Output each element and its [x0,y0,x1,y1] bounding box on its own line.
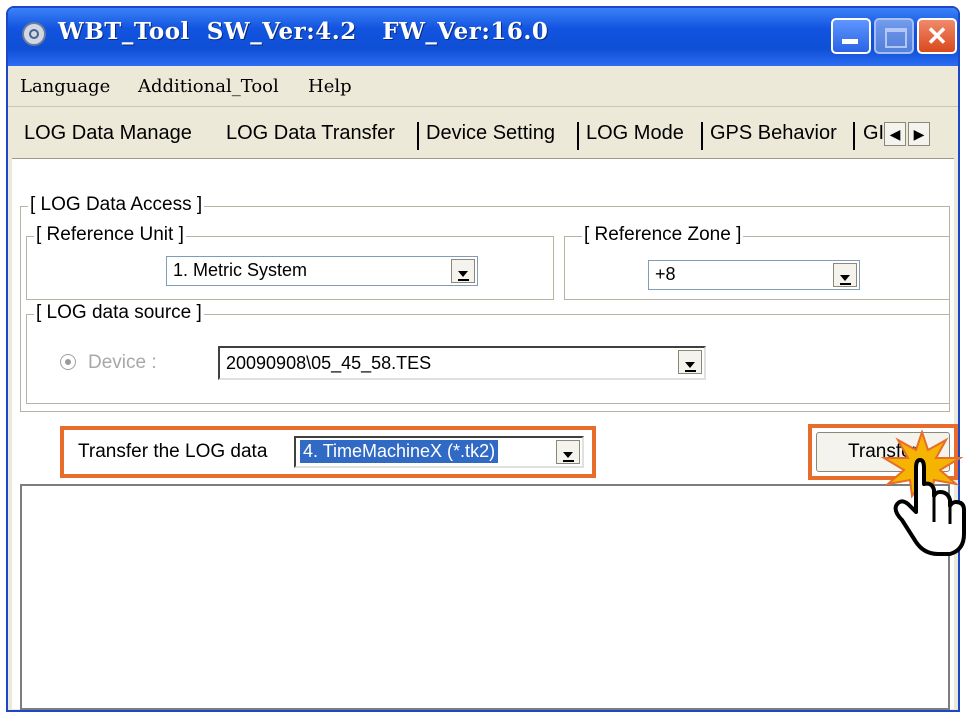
log-output-area[interactable] [20,484,950,710]
tab-strip: LOG Data Manage LOG Data Transfer Device… [8,108,958,156]
log-data-access-label: [ LOG Data Access ] [28,194,205,216]
close-icon: ✕ [926,21,948,51]
maximize-button[interactable] [874,18,914,54]
tab-log-data-manage[interactable]: LOG Data Manage [24,122,192,145]
reference-unit-label: [ Reference Unit ] [34,224,186,246]
tab-gps-behavior[interactable]: GPS Behavior [710,122,837,145]
reference-zone-value: +8 [655,264,676,284]
log-data-source-label: [ LOG data source ] [34,302,204,324]
chevron-down-icon[interactable] [833,263,857,287]
transfer-log-data-label: Transfer the LOG data [78,441,268,462]
reference-zone-select[interactable]: +8 [648,260,860,290]
chevron-down-icon[interactable] [678,350,702,374]
transfer-format-value: 4. TimeMachineX (*.tk2) [300,440,499,463]
title-bar[interactable]: WBT_Tool SW_Ver:4.2 FW_Ver:16.0 ✕ [8,8,958,66]
menu-language[interactable]: Language [20,76,110,97]
transfer-format-select[interactable]: 4. TimeMachineX (*.tk2) [294,436,584,468]
tab-gi[interactable]: GI [863,122,885,145]
tab-separator [577,122,579,150]
close-button[interactable]: ✕ [917,18,957,54]
tab-scroll-right-icon[interactable]: ▶ [908,122,930,146]
tab-separator [701,122,703,150]
tab-log-data-transfer[interactable]: LOG Data Transfer [226,122,395,145]
app-icon [22,22,46,46]
minimize-button[interactable] [831,18,871,54]
menu-additional-tool[interactable]: Additional_Tool [138,76,279,97]
tab-separator [853,122,855,150]
device-file-value: 20090908\05_45_58.TES [226,353,432,373]
device-radio[interactable] [60,354,76,370]
menu-bar: Language Additional_Tool Help [8,66,958,107]
reference-zone-label: [ Reference Zone ] [582,224,744,246]
chevron-down-icon[interactable] [451,259,475,283]
reference-unit-value: 1. Metric System [173,260,308,280]
window-title: WBT_Tool SW_Ver:4.2 FW_Ver:16.0 [58,18,549,45]
device-label: Device : [88,352,157,373]
chevron-down-icon[interactable] [556,440,580,464]
tab-separator [417,122,419,150]
tab-device-setting[interactable]: Device Setting [426,122,555,145]
tab-scroll-left-icon[interactable]: ◀ [884,122,906,146]
menu-help[interactable]: Help [308,76,352,97]
app-window: WBT_Tool SW_Ver:4.2 FW_Ver:16.0 ✕ Langua… [6,6,960,712]
reference-unit-select[interactable]: 1. Metric System [166,256,478,286]
device-file-select[interactable]: 20090908\05_45_58.TES [218,346,706,380]
hand-cursor-icon [880,430,966,556]
tab-log-mode[interactable]: LOG Mode [586,122,684,145]
